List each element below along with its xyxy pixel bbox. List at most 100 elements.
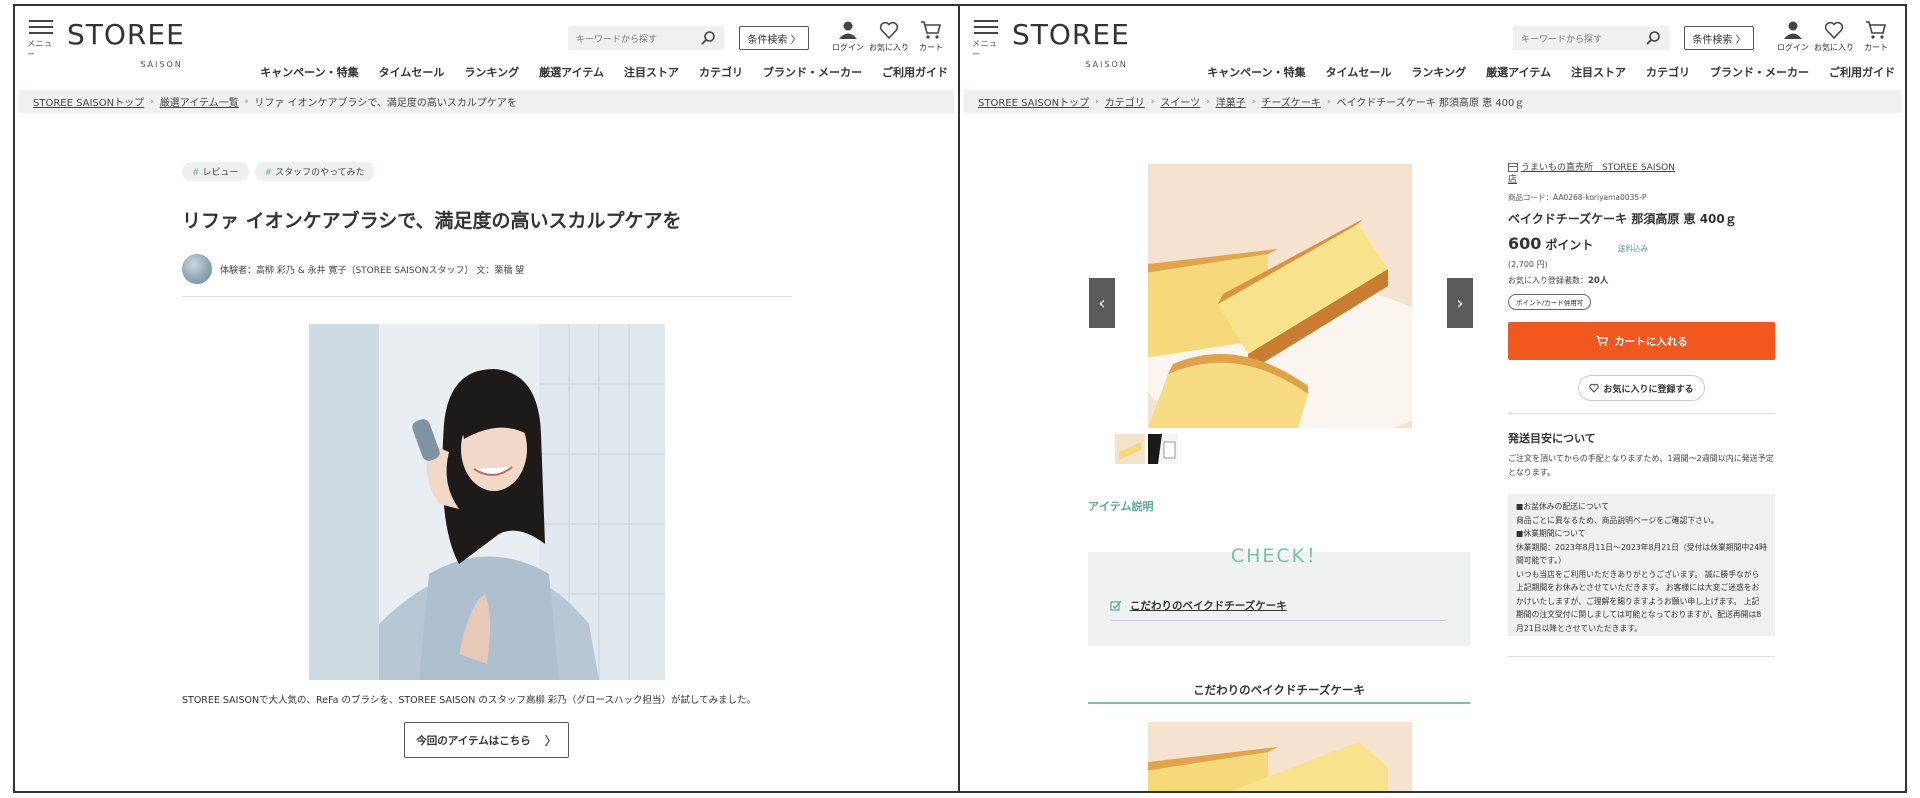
search-input[interactable]: キーワードから探す (1513, 26, 1669, 50)
nav-item-campaign[interactable]: キャンペーン・特集 (260, 64, 358, 80)
add-to-cart-button[interactable]: カートに入れる (1508, 322, 1775, 360)
nav-item-stores[interactable]: 注目ストア (624, 64, 679, 80)
nav-item-ranking[interactable]: ランキング (1411, 64, 1466, 80)
cart-label: カート (919, 43, 943, 52)
search-input[interactable]: キーワードから探す (568, 26, 724, 50)
breadcrumb: STOREE SAISONトップ › カテゴリ › スイーツ › 洋菓子 › チ… (964, 90, 1901, 113)
cart-icon (1596, 335, 1609, 347)
product-name: ベイクドチーズケーキ 那須高原 恵 400ｇ (1508, 212, 1737, 226)
nav-item-brand[interactable]: ブランド・メーカー (1710, 64, 1809, 80)
nav-item-stores[interactable]: 注目ストア (1571, 64, 1626, 80)
menu-button[interactable]: メニュー (27, 20, 55, 60)
favorites-button[interactable]: お気に入り (869, 20, 909, 53)
global-nav: キャンペーン・特集 タイムセール ランキング 厳選アイテム 注目ストア カテゴリ… (1207, 64, 1895, 80)
nav-item-timesale[interactable]: タイムセール (1326, 64, 1392, 80)
search-icon[interactable] (1645, 30, 1661, 46)
nav-item-selected[interactable]: 厳選アイテム (539, 64, 604, 80)
breadcrumb-link[interactable]: カテゴリ (1105, 94, 1145, 109)
shipping-included-badge: 送料込み (1618, 244, 1648, 253)
breadcrumb-link[interactable]: 洋菓子 (1216, 94, 1246, 109)
heart-icon (1824, 21, 1844, 40)
cart-button[interactable]: カート (911, 20, 951, 53)
woman-with-hair-brush-photo (309, 324, 665, 680)
add-to-favorites-button[interactable]: お気に入りに登録する (1578, 375, 1705, 401)
nav-item-guide[interactable]: ご利用ガイド (1829, 64, 1895, 80)
sub-heading: こだわりのベイクドチーズケーキ (1193, 683, 1365, 697)
nav-item-timesale[interactable]: タイムセール (379, 64, 445, 80)
product-detail-image (1148, 722, 1412, 791)
view-item-button[interactable]: 今回のアイテムはこちら 〉 (404, 722, 569, 758)
breadcrumb-link[interactable]: 厳選アイテム一覧 (160, 94, 239, 109)
login-button[interactable]: ログイン (1773, 20, 1813, 53)
cheesecake-photo (1148, 164, 1412, 428)
breadcrumb-separator: › (244, 96, 249, 107)
cart-icon (921, 21, 942, 39)
check-link[interactable]: こだわりのベイクドチーズケーキ (1110, 598, 1287, 613)
hashtag-icon: # (192, 168, 200, 178)
notice-line: ■お盆休みの配送について (1516, 502, 1609, 511)
user-icon (839, 21, 857, 39)
breadcrumb-link[interactable]: スイーツ (1160, 94, 1200, 109)
check-link-label: こだわりのベイクドチーズケーキ (1130, 600, 1287, 612)
package-thumbnail (1148, 434, 1178, 464)
breadcrumb-separator: › (1251, 96, 1256, 107)
nav-item-category[interactable]: カテゴリ (699, 64, 743, 80)
global-nav: キャンペーン・特集 タイムセール ランキング 厳選アイテム 注目ストア カテゴリ… (260, 64, 948, 80)
hamburger-icon (974, 20, 998, 22)
favorites-button[interactable]: お気に入り (1814, 20, 1854, 53)
breadcrumb-current: ベイクドチーズケーキ 那須高原 恵 400ｇ (1336, 98, 1525, 109)
frame-border-right (1905, 4, 1907, 793)
menu-button[interactable]: メニュー (972, 20, 1000, 60)
hamburger-icon-bar (29, 32, 53, 34)
search-icon[interactable] (700, 30, 716, 46)
logo-main: STOREE (1012, 18, 1130, 51)
chevron-right-icon: 〉 (544, 733, 557, 748)
hamburger-icon-bar (974, 26, 998, 28)
divider (1110, 620, 1446, 621)
add-to-cart-label: カートに入れる (1614, 335, 1688, 348)
nav-item-ranking[interactable]: ランキング (464, 64, 519, 80)
photo-caption: STOREE SAISONで大人気の、ReFa のブラシを、STOREE SAI… (182, 695, 757, 706)
price-value: 600 (1508, 234, 1542, 253)
favorite-count-value: 20人 (1588, 276, 1609, 286)
thumbnail[interactable] (1148, 434, 1178, 464)
cart-button[interactable]: カート (1856, 20, 1896, 53)
cart-icon (1866, 21, 1887, 39)
screenshot-frame: メニュー STOREE SAISON キーワードから探す 条件検索 〉 ログイン… (0, 0, 1920, 798)
checkbox-icon (1110, 600, 1122, 611)
notice-line: ■休業期間について (1516, 529, 1586, 538)
shipping-heading: 発送目安について (1508, 432, 1596, 445)
nav-item-guide[interactable]: ご利用ガイド (882, 64, 948, 80)
cart-label: カート (1864, 43, 1888, 52)
nav-item-brand[interactable]: ブランド・メーカー (763, 64, 862, 80)
hero-photo (309, 324, 665, 680)
thumbnail[interactable] (1115, 434, 1145, 464)
logo-main: STOREE (67, 18, 185, 51)
chevron-left-icon: ‹ (1098, 292, 1106, 314)
divider (1508, 413, 1775, 414)
notice-line: いつも当店をご利用いただきありがとうございます。 誠に勝手ながら上記期間をお休み… (1516, 569, 1762, 633)
site-logo[interactable]: STOREE SAISON (67, 18, 185, 70)
byline-text: 体験者：高柳 彩乃 & 永井 寛子（STOREE SAISONスタッフ） 文：栗… (220, 265, 525, 276)
user-icon (1784, 21, 1802, 39)
nav-item-category[interactable]: カテゴリ (1646, 64, 1690, 80)
store-notice: ■お盆休みの配送について 商品ごとに異なるため、商品説明ページをご確認下さい。 … (1508, 494, 1775, 636)
nav-item-campaign[interactable]: キャンペーン・特集 (1207, 64, 1305, 80)
nav-item-selected[interactable]: 厳選アイテム (1486, 64, 1551, 80)
breadcrumb-link[interactable]: STOREE SAISONトップ (33, 94, 144, 109)
divider (182, 296, 792, 297)
shop-name: うまいもの直売所 STOREE SAISON (1521, 163, 1676, 173)
condition-search-button[interactable]: 条件検索 〉 (739, 26, 809, 50)
add-to-favorites-label: お気に入りに登録する (1603, 384, 1694, 395)
shop-link[interactable]: うまいもの直売所 STOREE SAISON 店 (1508, 162, 1675, 186)
login-button[interactable]: ログイン (828, 20, 868, 53)
breadcrumb-link[interactable]: STOREE SAISONトップ (978, 94, 1089, 109)
condition-search-button[interactable]: 条件検索 〉 (1684, 26, 1754, 50)
site-logo[interactable]: STOREE SAISON (1012, 18, 1130, 70)
heart-icon (1589, 383, 1600, 393)
gallery-next-button[interactable]: › (1447, 278, 1473, 328)
breadcrumb-link[interactable]: チーズケーキ (1261, 94, 1321, 109)
tag-staff[interactable]: # スタッフのやってみた (254, 162, 375, 181)
gallery-prev-button[interactable]: ‹ (1089, 278, 1115, 328)
tag-review[interactable]: # レビュー (182, 162, 249, 181)
